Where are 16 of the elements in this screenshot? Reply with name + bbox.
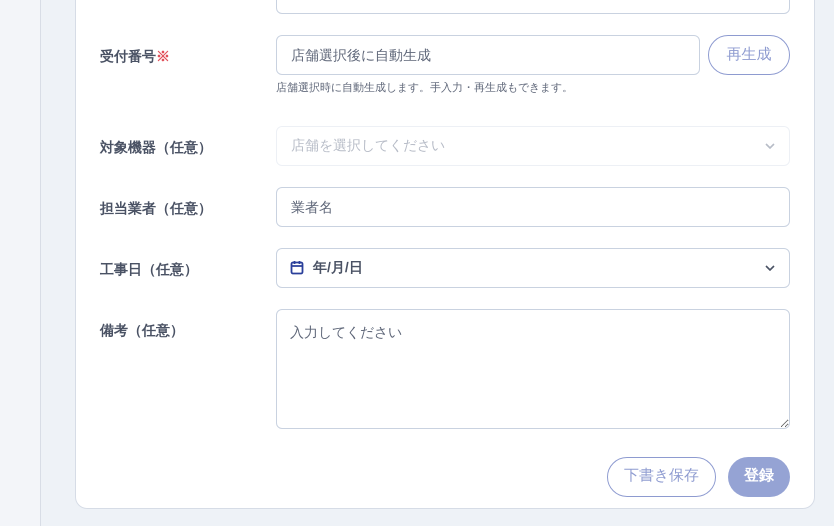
field-label: 受付番号 [100,48,156,64]
text-field[interactable]: 店舗選択後に自動生成 [276,35,700,75]
field-label: 工事日（任意） [100,260,198,276]
field-label: 担当業者（任意） [100,200,212,216]
date-field[interactable]: 年/月/日 [276,248,790,288]
chevron-down-icon [765,264,775,270]
regenerate-button[interactable]: 再生成 [708,35,790,75]
hint-text: 店舗選択時に自動生成します。手入力・再生成もできます。 [276,80,574,96]
notes-field[interactable]: 入力してください [276,308,790,428]
field-label: 備考（任意） [100,322,184,338]
required-mark: ※ [156,48,170,64]
save-draft-button[interactable]: 下書き保存 [607,456,716,496]
text-field[interactable]: 業者名 [276,186,790,226]
chevron-down-icon [765,142,775,148]
calendar-icon [290,260,304,275]
field-label: 対象機器（任意） [100,138,212,154]
